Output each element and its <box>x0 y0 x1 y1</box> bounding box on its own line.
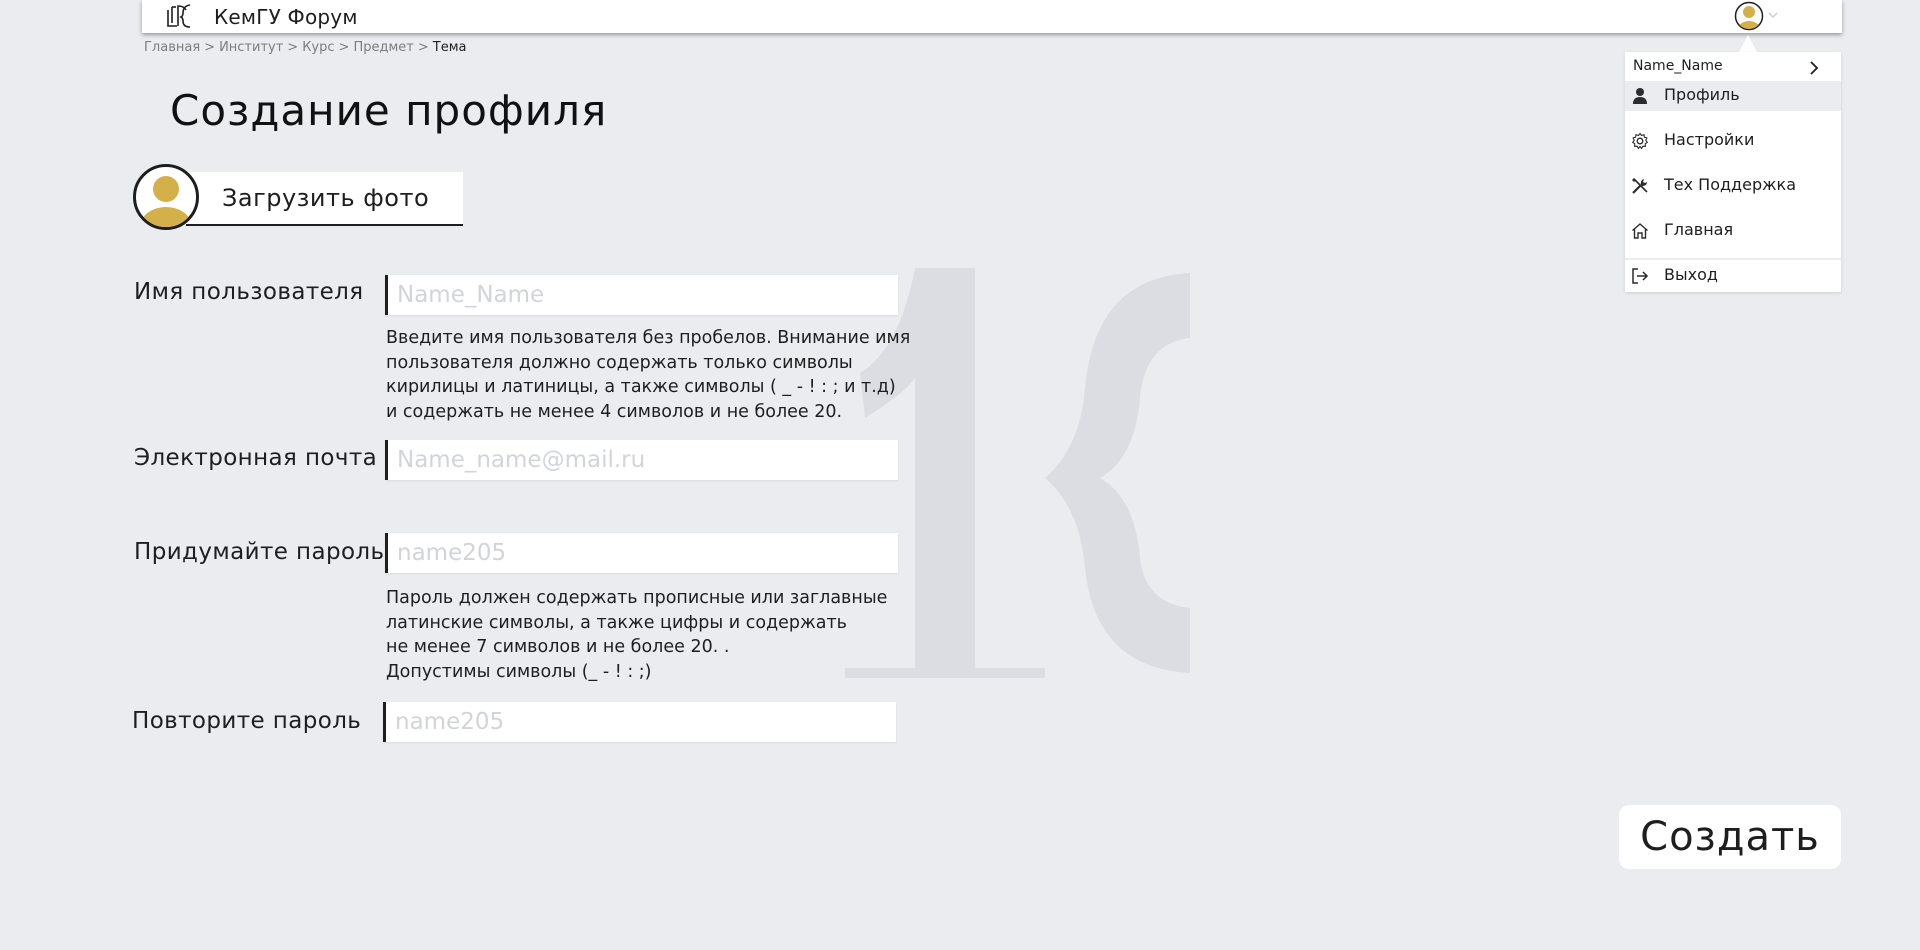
menu-item-home[interactable]: Главная <box>1625 216 1841 246</box>
breadcrumb-current: Тема <box>432 40 467 55</box>
page-title: Создание профиля <box>170 86 608 135</box>
menu-divider <box>1625 258 1841 260</box>
logout-icon <box>1632 268 1649 284</box>
menu-item-label: Тех Поддержка <box>1664 175 1796 194</box>
top-header: КемГУ Форум <box>142 0 1842 33</box>
upload-photo-label: Загрузить фото <box>222 184 430 212</box>
user-menu-toggle[interactable] <box>1734 1 1782 31</box>
menu-item-label: Выход <box>1664 265 1718 284</box>
site-title[interactable]: КемГУ Форум <box>214 5 358 29</box>
avatar-placeholder-icon <box>141 176 191 227</box>
breadcrumb-home[interactable]: Главная <box>144 40 200 55</box>
forum-logo-icon[interactable] <box>166 3 192 29</box>
user-menu: Name_Name Профиль Настройки Тех Поддержк… <box>1625 52 1841 292</box>
create-button[interactable]: Создать <box>1619 805 1841 869</box>
breadcrumb: Главная > Институт > Курс > Предмет > Те… <box>144 40 466 55</box>
chevron-right-icon[interactable] <box>1808 60 1820 76</box>
username-label: Имя пользователя <box>134 279 364 305</box>
menu-item-settings[interactable]: Настройки <box>1625 126 1841 156</box>
home-icon <box>1632 223 1648 239</box>
breadcrumb-separator: > <box>287 40 299 55</box>
person-icon <box>1633 88 1647 104</box>
menu-item-label: Настройки <box>1664 130 1755 149</box>
breadcrumb-institute[interactable]: Институт <box>219 40 283 55</box>
breadcrumb-separator: > <box>338 40 350 55</box>
password-label: Придумайте пароль <box>134 539 385 565</box>
breadcrumb-subject[interactable]: Предмет <box>353 40 413 55</box>
password-input[interactable] <box>385 533 898 573</box>
password-repeat-label: Повторите пароль <box>132 708 362 734</box>
user-menu-caret <box>1739 35 1757 52</box>
email-label: Электронная почта <box>134 445 378 471</box>
profile-photo-avatar[interactable] <box>133 164 199 230</box>
chevron-down-icon <box>1768 12 1778 18</box>
menu-item-profile[interactable]: Профиль <box>1625 81 1841 111</box>
upload-photo-button[interactable]: Загрузить фото <box>186 172 463 226</box>
password-hint: Пароль должен содержать прописные или за… <box>386 588 888 682</box>
password-repeat-input[interactable] <box>383 702 896 742</box>
menu-item-logout[interactable]: Выход <box>1625 261 1841 291</box>
menu-item-label: Профиль <box>1664 85 1740 104</box>
username-input[interactable] <box>385 275 898 315</box>
menu-item-support[interactable]: Тех Поддержка <box>1625 171 1841 201</box>
breadcrumb-course[interactable]: Курс <box>302 40 334 55</box>
tools-icon <box>1632 178 1648 194</box>
menu-username[interactable]: Name_Name <box>1633 58 1723 74</box>
breadcrumb-separator: > <box>417 40 429 55</box>
email-input[interactable] <box>385 440 898 480</box>
gear-icon <box>1631 132 1649 150</box>
menu-item-label: Главная <box>1664 220 1734 239</box>
username-hint: Введите имя пользователя без пробелов. В… <box>386 328 911 422</box>
user-avatar-icon <box>1734 1 1764 31</box>
breadcrumb-separator: > <box>204 40 216 55</box>
